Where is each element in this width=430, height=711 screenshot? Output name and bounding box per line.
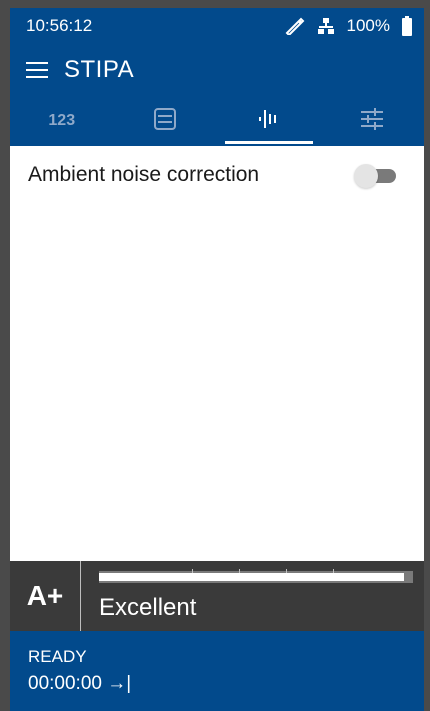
meter-fill (99, 573, 404, 581)
meter-tick (333, 569, 334, 573)
meter-area: Excellent (81, 561, 424, 631)
screen: 10:56:12 100% STIPA 123 Ambient noise co… (10, 8, 424, 711)
battery-text: 100% (346, 16, 390, 35)
toggle-thumb (354, 164, 378, 188)
app-title: STIPA (64, 56, 135, 83)
device: 10:56:12 100% STIPA 123 Ambient noise co… (0, 0, 430, 711)
waveform-icon (257, 107, 281, 136)
device-frame-top (0, 0, 430, 8)
meter-tick (286, 569, 287, 573)
measurement-status: READY (28, 647, 87, 666)
meter-bar (99, 569, 413, 583)
list-icon (154, 107, 177, 135)
status-bar: 10:56:12 100% (10, 8, 424, 44)
rating-label: Excellent (99, 594, 197, 621)
ambient-noise-correction-toggle[interactable] (354, 164, 398, 188)
result-panel: A+ Excellent (10, 561, 424, 631)
ambient-noise-correction-row: Ambient noise correction (10, 146, 424, 204)
probe-icon (285, 17, 305, 35)
tab-numbers-label: 123 (48, 112, 76, 129)
meter-tick (192, 569, 193, 573)
status-time: 10:56:12 (26, 16, 93, 35)
tab-settings[interactable] (321, 96, 425, 146)
status-icons: 100% (285, 16, 412, 36)
settings-content: Ambient noise correction (10, 146, 424, 560)
grade-value: A+ (26, 580, 64, 611)
battery-icon (402, 16, 412, 36)
tab-numbers[interactable]: 123 (10, 96, 114, 146)
hamburger-menu-icon[interactable] (26, 61, 48, 79)
tab-bar: 123 (10, 96, 424, 146)
ambient-noise-correction-label: Ambient noise correction (28, 163, 260, 186)
grade-box: A+ (10, 561, 81, 631)
measurement-timer: 00:00:00 →| (28, 673, 132, 694)
device-frame-right (424, 0, 430, 711)
app-bar: STIPA (10, 44, 424, 96)
sliders-icon (360, 107, 384, 135)
tab-waveform[interactable] (217, 96, 321, 146)
meter-tick (239, 569, 240, 573)
tab-list[interactable] (114, 96, 218, 146)
footer-status-bar: READY 00:00:00 →| (10, 631, 424, 711)
device-frame-left (0, 0, 10, 711)
network-icon (317, 17, 335, 35)
